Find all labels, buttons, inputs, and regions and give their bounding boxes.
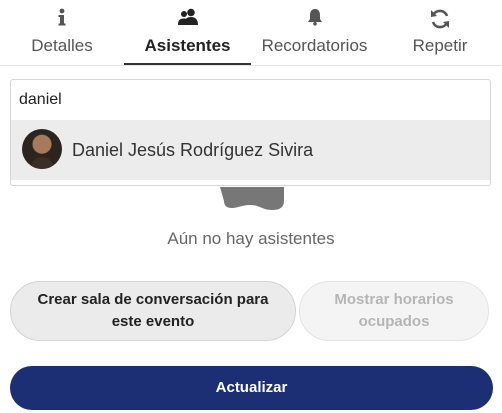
avatar: [22, 129, 62, 169]
tab-label: Recordatorios: [261, 36, 368, 55]
attendee-search-box: Daniel Jesús Rodríguez Sivira: [10, 79, 491, 186]
people-icon: [124, 8, 251, 30]
suggestion-item[interactable]: Daniel Jesús Rodríguez Sivira: [11, 120, 490, 180]
show-busy-times-button[interactable]: Mostrar horarios ocupados: [299, 281, 489, 341]
tab-label: Repetir: [412, 36, 468, 55]
refresh-icon: [378, 8, 502, 30]
create-chat-room-button[interactable]: Crear sala de conversación para este eve…: [10, 281, 296, 341]
empty-attendees-text: Aún no hay asistentes: [167, 229, 335, 248]
tab-repetir[interactable]: Repetir: [378, 0, 502, 64]
tab-label: Detalles: [31, 36, 93, 55]
tab-bar: Detalles Asistentes Recordatorios Repeti…: [0, 0, 502, 66]
info-icon: [0, 8, 124, 30]
attendees-placeholder-icon: [220, 187, 284, 211]
tab-divider: [0, 65, 502, 66]
update-button[interactable]: Actualizar: [10, 366, 493, 410]
tab-label: Asistentes: [144, 36, 231, 55]
bell-icon: [251, 8, 378, 30]
tab-recordatorios[interactable]: Recordatorios: [251, 0, 378, 64]
tab-detalles[interactable]: Detalles: [0, 0, 124, 64]
attendee-search-input[interactable]: [11, 80, 490, 120]
suggestion-name: Daniel Jesús Rodríguez Sivira: [72, 140, 314, 160]
tab-asistentes[interactable]: Asistentes: [124, 0, 251, 64]
